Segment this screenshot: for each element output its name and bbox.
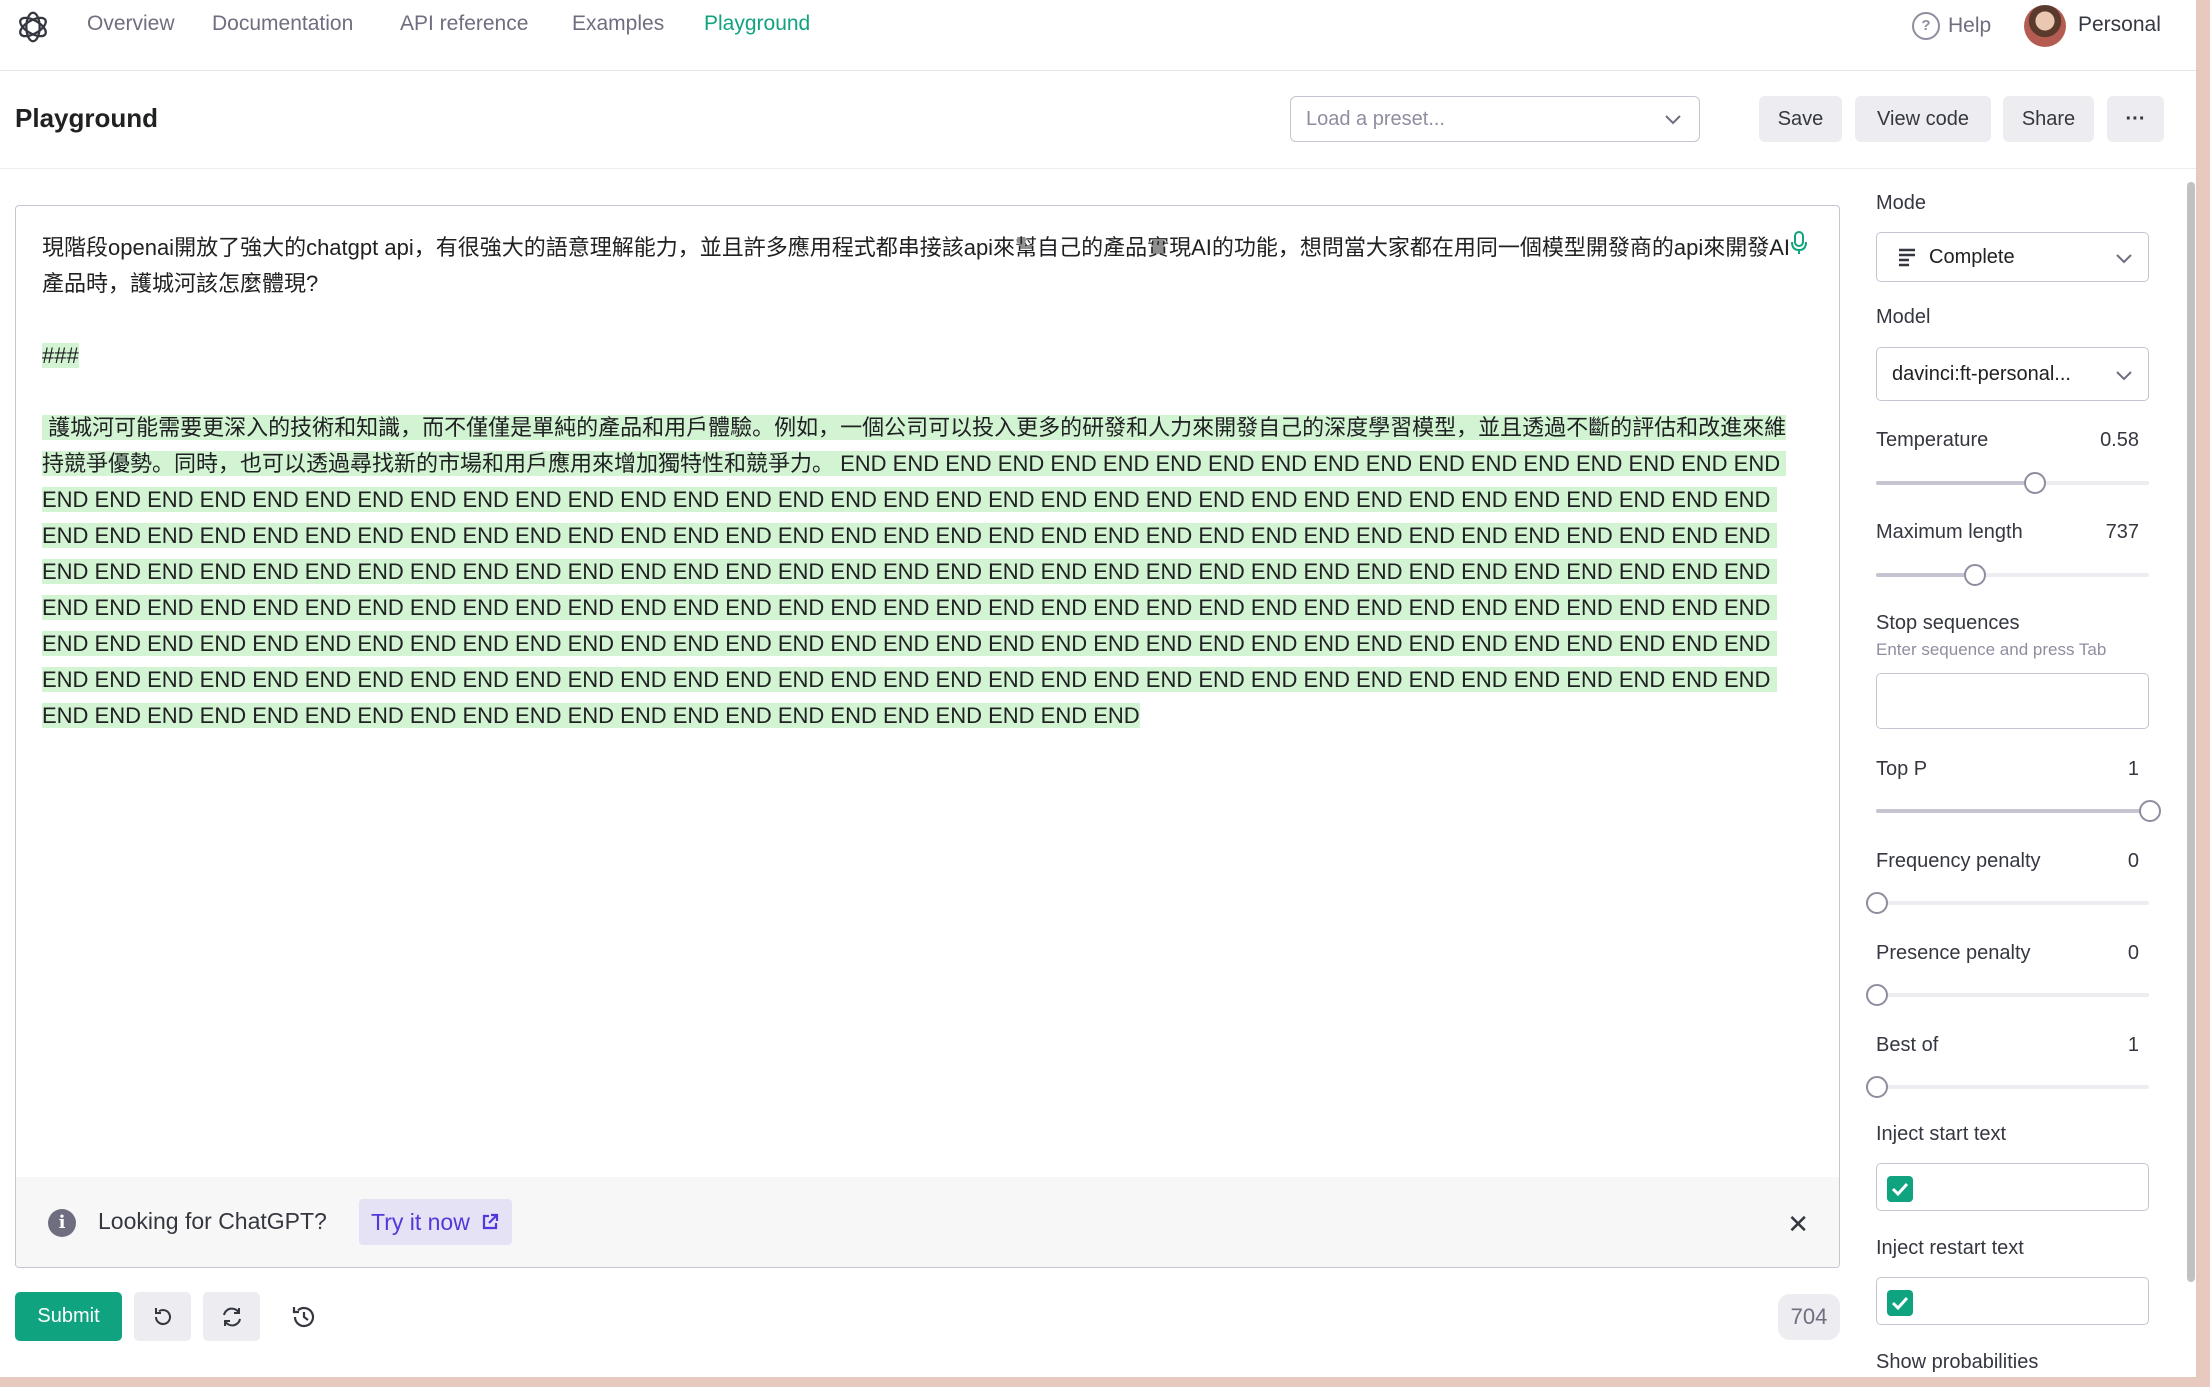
slider-fill xyxy=(1876,481,2035,485)
slider-thumb[interactable] xyxy=(1866,1076,1888,1098)
slider-fill xyxy=(1876,809,2149,813)
submit-button[interactable]: Submit xyxy=(15,1292,122,1341)
presence-penalty-label: Presence penalty xyxy=(1876,942,2031,964)
top-p-value[interactable]: 1 xyxy=(2128,758,2139,781)
presence-penalty-slider[interactable] xyxy=(1866,984,2149,1006)
try-it-now-link[interactable]: Try it now xyxy=(359,1199,512,1245)
frequency-penalty-slider[interactable] xyxy=(1866,892,2149,914)
account-name[interactable]: Personal xyxy=(2078,13,2161,37)
refresh-icon xyxy=(222,1307,241,1326)
preset-select[interactable]: Load a preset... xyxy=(1290,96,1700,142)
help-label: Help xyxy=(1948,14,1992,37)
temperature-value[interactable]: 0.58 xyxy=(2100,429,2139,452)
frequency-penalty-label: Frequency penalty xyxy=(1876,850,2041,872)
inject-restart-checkbox[interactable] xyxy=(1887,1290,1913,1316)
view-code-button[interactable]: View code xyxy=(1855,96,1991,142)
temperature-slider[interactable] xyxy=(1876,472,2149,494)
prompt-editor[interactable]: 現階段openai開放了強大的chatgpt api，有很強大的語意理解能力，並… xyxy=(15,205,1840,1268)
undo-button[interactable] xyxy=(134,1292,191,1341)
stop-sequences-hint: Enter sequence and press Tab xyxy=(1876,640,2107,659)
nav-examples[interactable]: Examples xyxy=(572,12,664,36)
best-of-value[interactable]: 1 xyxy=(2128,1034,2139,1057)
info-icon: i xyxy=(48,1209,76,1237)
close-banner-icon[interactable]: ✕ xyxy=(1787,1209,1809,1240)
undo-icon xyxy=(154,1307,171,1325)
nav-overview[interactable]: Overview xyxy=(87,12,175,36)
try-it-now-label: Try it now xyxy=(371,1209,470,1235)
share-button[interactable]: Share xyxy=(2003,96,2094,142)
slider-thumb[interactable] xyxy=(1964,564,1987,586)
nav-documentation[interactable]: Documentation xyxy=(212,12,353,36)
mode-value: Complete xyxy=(1929,246,2015,268)
completion-text: 護城河可能需要更深入的技術和知識，而不僅僅是單純的產品和用戶體驗。例如，一個公司… xyxy=(42,415,1787,728)
mode-label: Mode xyxy=(1876,192,1927,214)
inject-restart-label: Inject restart text xyxy=(1876,1237,2024,1259)
stop-sequences-label: Stop sequences xyxy=(1876,612,2020,634)
check-icon xyxy=(1891,1182,1909,1197)
presence-penalty-value[interactable]: 0 xyxy=(2128,942,2139,965)
list-icon xyxy=(1899,248,1915,267)
mode-select[interactable]: Complete xyxy=(1876,232,2149,282)
banner-text: Looking for ChatGPT? xyxy=(98,1208,327,1234)
microphone-icon[interactable] xyxy=(1789,230,1809,256)
stop-sequences-input[interactable] xyxy=(1876,673,2149,729)
regenerate-button[interactable] xyxy=(203,1292,260,1341)
slider-thumb[interactable] xyxy=(1866,892,1888,914)
inject-restart-input[interactable] xyxy=(1876,1277,2149,1325)
sidebar-scrollbar[interactable] xyxy=(2187,182,2195,1282)
model-value: davinci:ft-personal... xyxy=(1892,363,2071,385)
more-options-button[interactable]: ··· xyxy=(2107,96,2164,142)
frequency-penalty-value[interactable]: 0 xyxy=(2128,850,2139,873)
preset-placeholder: Load a preset... xyxy=(1306,108,1445,130)
openai-logo-icon[interactable] xyxy=(14,8,52,46)
model-select[interactable]: davinci:ft-personal... xyxy=(1876,347,2149,401)
external-link-icon xyxy=(482,1213,498,1230)
inject-start-checkbox[interactable] xyxy=(1887,1176,1913,1202)
token-count: 704 xyxy=(1778,1294,1840,1340)
slider-fill xyxy=(1876,573,1975,577)
help-link[interactable]: ? Help xyxy=(1912,12,1991,40)
prompt-text: 現階段openai開放了強大的chatgpt api，有很強大的語意理解能力，並… xyxy=(42,235,1790,296)
inject-start-input[interactable] xyxy=(1876,1163,2149,1211)
best-of-label: Best of xyxy=(1876,1034,1939,1056)
max-length-slider[interactable] xyxy=(1876,564,2149,586)
check-icon xyxy=(1891,1296,1909,1311)
top-p-slider[interactable] xyxy=(1876,800,2161,822)
chevron-down-icon xyxy=(2116,371,2132,381)
history-icon xyxy=(292,1306,314,1327)
history-button[interactable] xyxy=(275,1292,332,1341)
max-length-label: Maximum length xyxy=(1876,521,2023,543)
slider-thumb[interactable] xyxy=(1866,984,1888,1006)
nav-playground[interactable]: Playground xyxy=(704,12,810,36)
inject-start-label: Inject start text xyxy=(1876,1123,2007,1145)
chatgpt-banner: i Looking for ChatGPT? Try it now ✕ xyxy=(16,1177,1839,1267)
prompt-content[interactable]: 現階段openai開放了強大的chatgpt api，有很強大的語意理解能力，並… xyxy=(42,230,1792,734)
chevron-down-icon xyxy=(2116,254,2132,264)
title-bar: Playground Load a preset... Save View co… xyxy=(0,71,2196,169)
top-nav: Overview Documentation API reference Exa… xyxy=(0,0,2196,71)
avatar[interactable] xyxy=(2024,5,2066,47)
top-p-label: Top P xyxy=(1876,758,1928,780)
model-label: Model xyxy=(1876,306,1931,328)
slider-thumb[interactable] xyxy=(2139,800,2161,822)
nav-api-reference[interactable]: API reference xyxy=(400,12,528,36)
best-of-slider[interactable] xyxy=(1866,1076,2149,1098)
show-probabilities-label[interactable]: Show probabilities xyxy=(1876,1351,2038,1374)
slider-thumb[interactable] xyxy=(2024,472,2047,494)
help-icon: ? xyxy=(1912,12,1940,40)
max-length-value[interactable]: 737 xyxy=(2106,521,2139,544)
save-button[interactable]: Save xyxy=(1759,96,1842,142)
playground-app: Overview Documentation API reference Exa… xyxy=(0,0,2196,1377)
temperature-label: Temperature xyxy=(1876,429,1989,451)
page-title: Playground xyxy=(15,103,159,133)
chevron-down-icon xyxy=(1665,115,1681,125)
separator-text: ### xyxy=(42,343,79,368)
